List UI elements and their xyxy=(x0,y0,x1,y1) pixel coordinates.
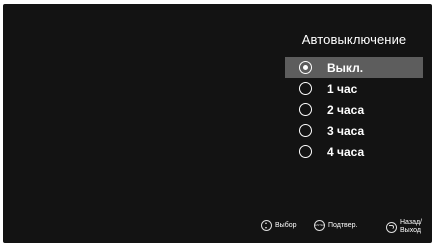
radio-icon xyxy=(299,103,312,116)
option-3-hours[interactable]: 3 часа xyxy=(285,120,423,141)
option-4-hours[interactable]: 4 часа xyxy=(285,141,423,162)
radio-icon xyxy=(299,82,312,95)
back-label-line1: Назад/ xyxy=(400,219,423,226)
radio-dot xyxy=(302,64,308,70)
up-down-arrows-icon xyxy=(261,220,272,231)
arrow-down-icon xyxy=(265,226,267,229)
back-label-line2: Выход xyxy=(400,227,421,234)
remote-hints-bar: Выбор ENTER Подтвер. Назад/ Выход xyxy=(3,216,432,240)
option-label: 3 часа xyxy=(327,123,365,138)
back-exit-hint-label: Назад/ Выход xyxy=(400,219,422,235)
tv-screen: Автовыключение Выкл. 1 час 2 часа 3 часа… xyxy=(3,4,432,243)
radio-selected-icon xyxy=(299,61,312,74)
option-label: 1 час xyxy=(327,81,358,96)
option-label: Выкл. xyxy=(327,60,364,75)
confirm-hint[interactable]: ENTER Подтвер. xyxy=(314,220,357,231)
menu-title: Автовыключение xyxy=(301,32,407,47)
option-label: 2 часа xyxy=(327,102,365,117)
radio-icon xyxy=(299,145,312,158)
arrow-up-icon xyxy=(265,222,267,225)
auto-off-options: Выкл. 1 час 2 часа 3 часа 4 часа xyxy=(285,57,423,162)
confirm-hint-label: Подтвер. xyxy=(328,221,358,229)
option-off[interactable]: Выкл. xyxy=(285,57,423,78)
option-2-hours[interactable]: 2 часа xyxy=(285,99,423,120)
back-exit-hint[interactable]: Назад/ Выход xyxy=(386,219,422,235)
back-arrow-icon xyxy=(386,221,397,233)
radio-icon xyxy=(299,124,312,137)
option-1-hour[interactable]: 1 час xyxy=(285,78,423,99)
back-arrow-shape xyxy=(389,224,394,229)
enter-icon-text: ENTER xyxy=(315,223,326,227)
enter-button-icon: ENTER xyxy=(314,220,325,231)
select-hint[interactable]: Выбор xyxy=(261,220,297,231)
option-label: 4 часа xyxy=(327,144,365,159)
select-hint-label: Выбор xyxy=(275,221,297,229)
